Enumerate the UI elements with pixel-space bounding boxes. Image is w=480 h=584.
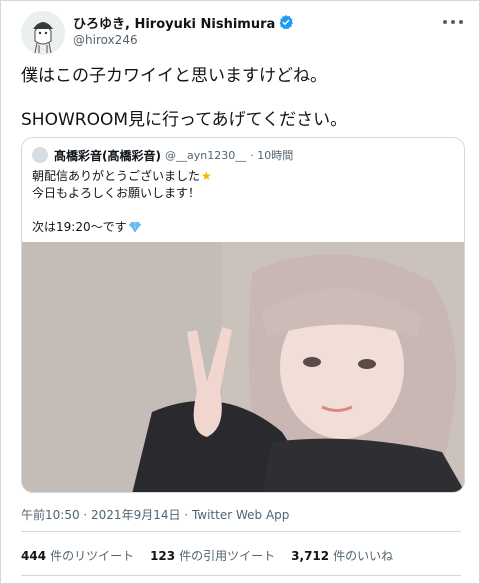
quoted-text-line: 今日もよろしくお願いします！ <box>32 186 201 200</box>
dot <box>459 20 463 24</box>
tweet-text-line: SHOWROOM見に行ってあげてください。 <box>21 110 348 130</box>
quoted-text-line: 次は19:20〜です <box>32 220 127 234</box>
quotes-count: 123 <box>150 549 176 563</box>
tweet-timestamp[interactable]: 午前10:50 · 2021年9月14日 <box>21 508 180 522</box>
retweets-stat[interactable]: 444 件のリツイート <box>21 547 134 564</box>
tweet-text-line: 僕はこの子カワイイと思いますけどね。 <box>21 66 327 86</box>
dot <box>451 20 455 24</box>
star-emoji-icon: ★ <box>201 169 212 183</box>
likes-stat[interactable]: 3,712 件のいいね <box>291 547 393 564</box>
quoted-tweet-photo[interactable] <box>22 242 464 492</box>
tweet-source[interactable]: Twitter Web App <box>192 508 289 522</box>
divider <box>21 575 461 576</box>
quoted-tweet-time: · 10時間 <box>250 149 294 162</box>
retweets-count: 444 <box>21 549 47 563</box>
quoted-author-handle: @__ayn1230__ <box>164 148 247 162</box>
retweets-label: 件のリツイート <box>50 549 135 563</box>
likes-count: 3,712 <box>291 549 330 563</box>
tweet-meta: 午前10:50 · 2021年9月14日 · Twitter Web App <box>21 506 289 523</box>
quoted-tweet-text: 朝配信ありがとうございました★ 今日もよろしくお願いします！ 次は19:20〜で… <box>32 168 452 236</box>
quotes-label: 件の引用ツイート <box>179 549 276 563</box>
tweet-header: ひろゆき, Hiroyuki Nishimura @hirox246 <box>73 13 429 47</box>
author-display-name[interactable]: ひろゆき, Hiroyuki Nishimura <box>73 13 275 32</box>
meta-separator: · <box>180 508 192 522</box>
quoted-text-line: 朝配信ありがとうございました <box>32 169 201 183</box>
tweet-body: 僕はこの子カワイイと思いますけどね。 SHOWROOM見に行ってあげてください。 <box>21 63 461 133</box>
quoted-author-avatar <box>32 147 48 163</box>
quoted-tweet[interactable]: 髙橋彩音(髙橋彩音) @__ayn1230__ · 10時間 朝配信ありがとうご… <box>21 137 465 493</box>
more-options-icon[interactable] <box>443 13 463 31</box>
dot <box>443 20 447 24</box>
divider <box>21 531 461 532</box>
diamond-emoji-icon <box>128 222 141 232</box>
tweet-stats: 444 件のリツイート 123 件の引用ツイート 3,712 件のいいね <box>21 547 409 564</box>
quoted-tweet-header: 髙橋彩音(髙橋彩音) @__ayn1230__ · 10時間 <box>32 146 293 164</box>
quotes-stat[interactable]: 123 件の引用ツイート <box>150 547 275 564</box>
author-avatar[interactable] <box>21 11 65 55</box>
verified-badge-icon <box>278 14 294 30</box>
likes-label: 件のいいね <box>333 549 394 563</box>
author-handle[interactable]: @hirox246 <box>73 33 429 47</box>
quoted-author-name: 髙橋彩音(髙橋彩音) <box>54 148 161 163</box>
tweet-card: ひろゆき, Hiroyuki Nishimura @hirox246 僕はこの子… <box>0 0 480 584</box>
